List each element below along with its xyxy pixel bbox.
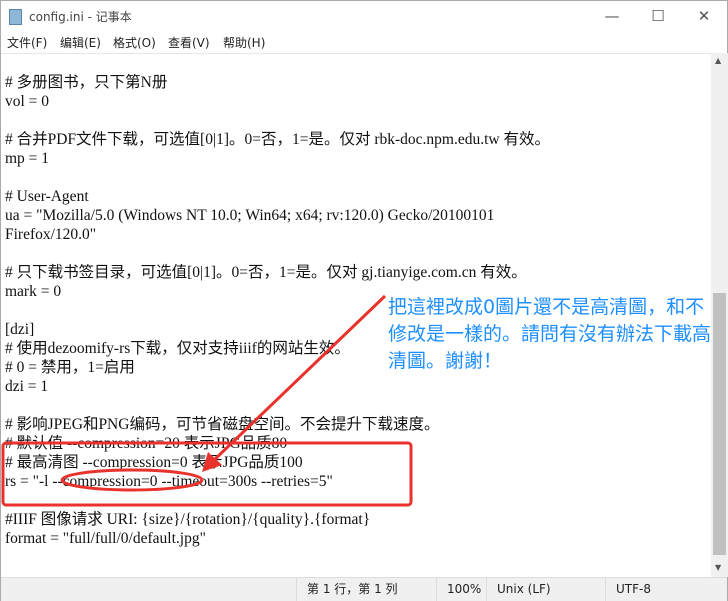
highlight-ellipse <box>60 468 204 492</box>
arrow-line <box>210 294 387 464</box>
annotation-note: 把這裡改成0圖片還不是高清圖，和不修改是一樣的。請問有沒有辦法下載高清圖。謝謝！ <box>388 296 712 372</box>
highlight-box <box>1 441 413 507</box>
